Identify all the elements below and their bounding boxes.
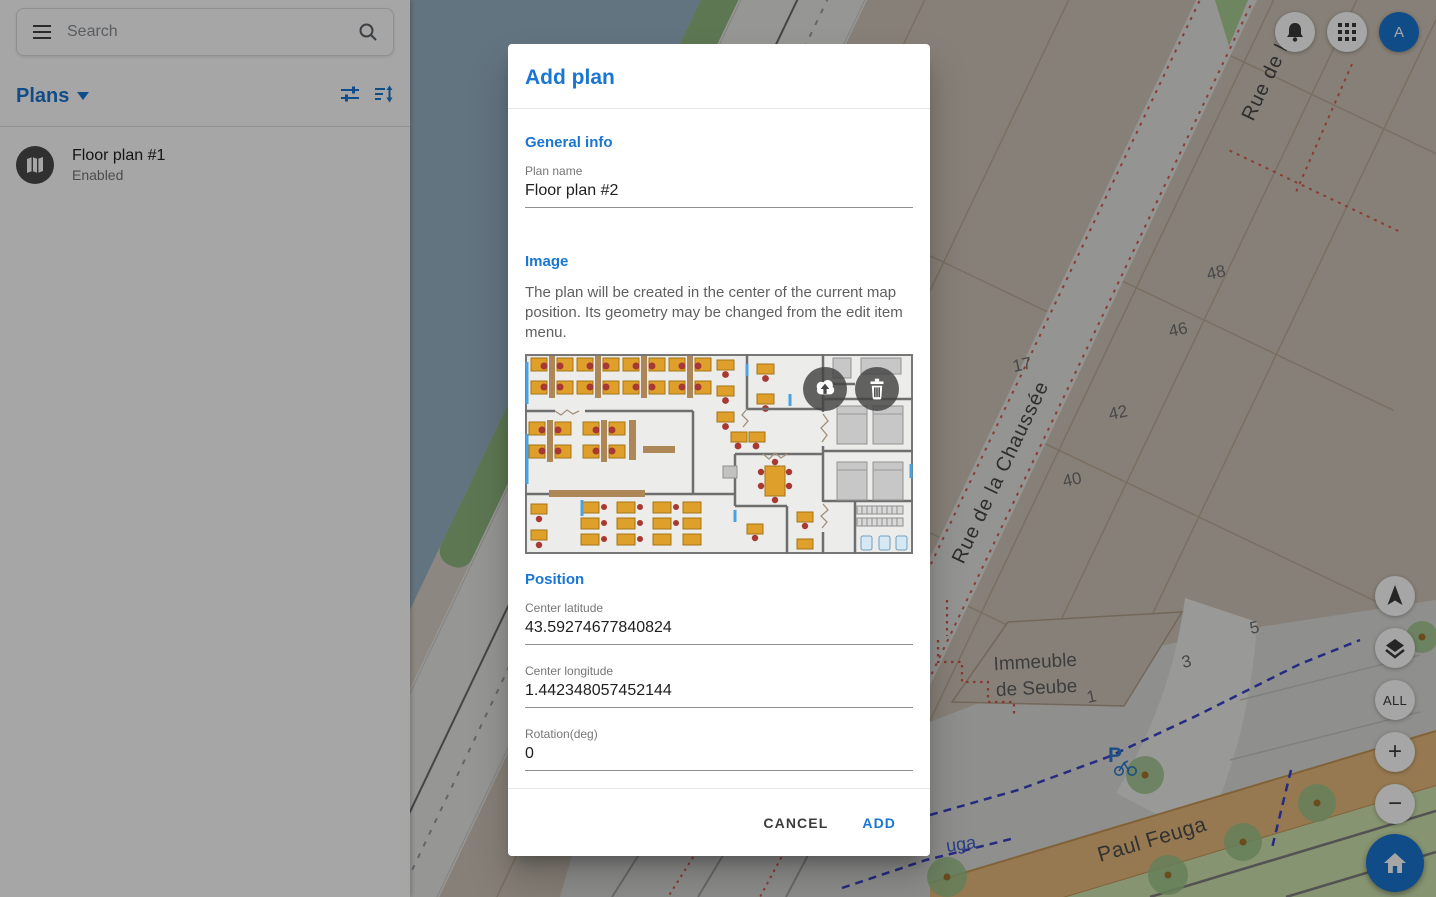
- section-position: Position: [525, 571, 913, 588]
- dialog-footer: CANCEL ADD: [508, 788, 930, 856]
- upload-image-button[interactable]: [803, 367, 847, 411]
- add-plan-dialog: Add plan General info Plan name Image Th…: [508, 44, 930, 856]
- center-latitude-label: Center latitude: [525, 601, 913, 615]
- plan-name-field: Plan name: [525, 164, 913, 208]
- delete-image-button[interactable]: [855, 367, 899, 411]
- trash-icon: [864, 376, 890, 402]
- rotation-label: Rotation(deg): [525, 727, 913, 741]
- center-latitude-input[interactable]: [525, 616, 913, 645]
- section-image: Image: [525, 253, 913, 270]
- rotation-input[interactable]: [525, 742, 913, 771]
- cancel-button[interactable]: CANCEL: [755, 806, 836, 840]
- rotation-field: Rotation(deg): [525, 727, 913, 771]
- add-button[interactable]: ADD: [854, 806, 904, 840]
- plan-name-label: Plan name: [525, 164, 913, 178]
- application-window: Rue de la Chaussée Rue de la Immeuble de…: [0, 0, 1436, 897]
- plan-name-input[interactable]: [525, 179, 913, 208]
- image-hint-text: The plan will be created in the center o…: [525, 283, 913, 343]
- center-longitude-input[interactable]: [525, 679, 913, 708]
- dialog-content: General info Plan name Image The plan wi…: [508, 109, 930, 788]
- dialog-header: Add plan: [508, 44, 930, 109]
- section-general-info: General info: [525, 134, 913, 151]
- floor-plan-preview: [525, 354, 913, 554]
- center-longitude-field: Center longitude: [525, 664, 913, 708]
- center-longitude-label: Center longitude: [525, 664, 913, 678]
- center-latitude-field: Center latitude: [525, 601, 913, 645]
- cloud-upload-icon: [812, 376, 838, 402]
- dialog-title: Add plan: [525, 66, 913, 90]
